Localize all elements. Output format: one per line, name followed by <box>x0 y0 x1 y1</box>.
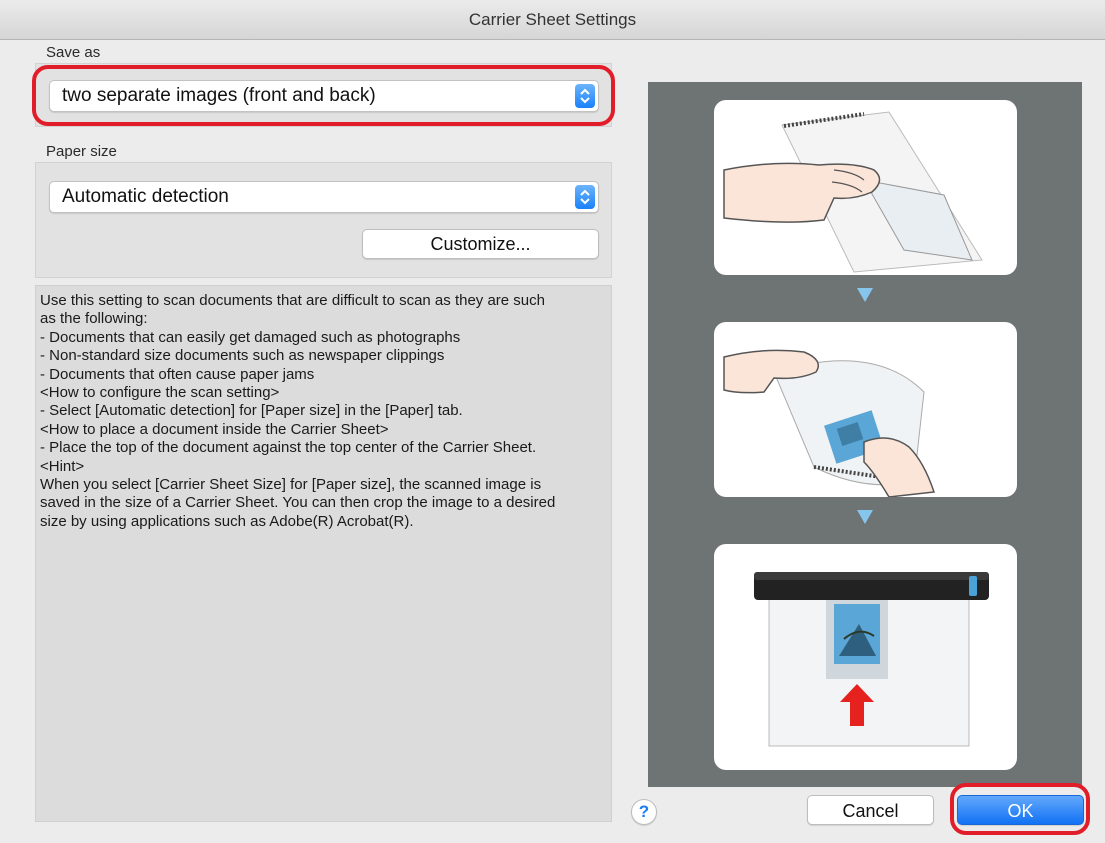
save-as-highlight <box>32 65 615 126</box>
step-1-illustration <box>714 100 1017 275</box>
description-line: Use this setting to scan documents that … <box>40 292 545 309</box>
window-title-bar: Carrier Sheet Settings <box>0 0 1105 40</box>
description-line: size by using applications such as Adobe… <box>40 512 414 530</box>
paper-size-group <box>35 162 612 278</box>
customize-button[interactable]: Customize... <box>362 229 599 259</box>
step-arrow-icon <box>857 288 873 302</box>
description-line: <How to place a document inside the Carr… <box>40 420 389 438</box>
save-as-label: Save as <box>46 44 101 61</box>
description-line: - Documents that can easily get damaged … <box>40 328 461 346</box>
description-line: - Place the top of the document against … <box>40 439 537 457</box>
description-line: <Hint> <box>40 457 85 475</box>
description-line: When you select [Carrier Sheet Size] for… <box>40 476 542 494</box>
select-stepper-icon <box>575 185 595 209</box>
help-button[interactable]: ? <box>631 799 657 825</box>
step-2-illustration <box>714 322 1017 497</box>
description-line: - Documents that often cause paper jams <box>40 365 315 383</box>
paper-size-value: Automatic detection <box>62 186 229 207</box>
paper-size-label: Paper size <box>46 143 117 160</box>
description-line: <How to configure the scan setting> <box>40 384 280 402</box>
window-title: Carrier Sheet Settings <box>468 10 637 29</box>
paper-size-select[interactable]: Automatic detection <box>49 181 599 213</box>
description-line: as the following: <box>40 310 148 328</box>
description-text: Use this setting to scan documents that … <box>35 285 612 822</box>
description-line: saved in the size of a Carrier Sheet. Yo… <box>40 494 556 512</box>
preview-panel <box>648 82 1082 787</box>
cancel-button[interactable]: Cancel <box>807 795 934 825</box>
step-3-illustration <box>714 544 1017 770</box>
step-arrow-icon <box>857 510 873 524</box>
ok-highlight <box>950 783 1090 835</box>
description-line: - Non-standard size documents such as ne… <box>40 347 445 365</box>
description-line: - Select [Automatic detection] for [Pape… <box>40 402 463 420</box>
